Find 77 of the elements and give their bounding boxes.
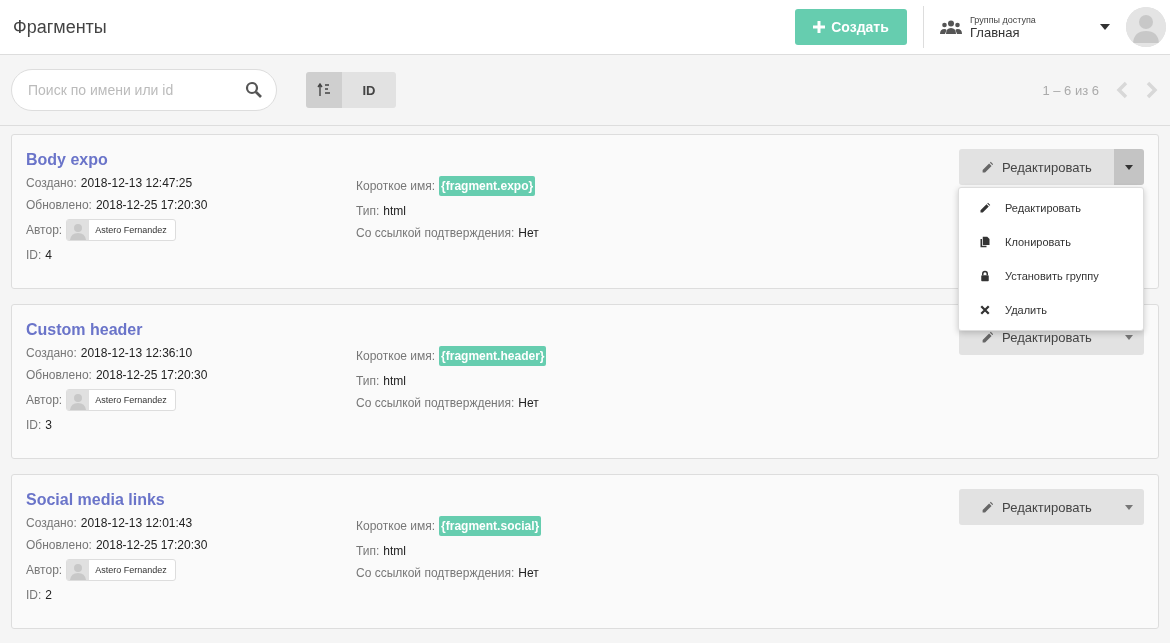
chevron-left-icon[interactable]: [1115, 81, 1129, 99]
short-name-tag: {fragment.expo}: [439, 176, 536, 196]
created-value: 2018-12-13 12:36:10: [80, 346, 193, 360]
caret-icon: [1125, 164, 1133, 170]
id-value: 3: [45, 418, 53, 432]
dropdown-toggle[interactable]: [1114, 149, 1144, 185]
id-value: 4: [45, 248, 53, 262]
id-label: ID:: [26, 248, 42, 262]
updated-value: 2018-12-25 17:20:30: [95, 368, 208, 382]
short-name-label: Короткое имя:: [356, 349, 436, 363]
type-value: html: [383, 204, 406, 218]
pagination-info: 1 – 6 из 6: [1042, 82, 1099, 98]
author-chip[interactable]: Astero Fernandez: [66, 389, 176, 411]
access-dropdown[interactable]: Главная: [970, 24, 1092, 40]
search-icon[interactable]: [245, 81, 263, 99]
author-label: Автор:: [26, 563, 63, 577]
id-label: ID:: [26, 418, 42, 432]
created-label: Создано:: [26, 176, 77, 190]
short-name-tag: {fragment.header}: [439, 346, 547, 366]
created-value: 2018-12-13 12:01:43: [80, 516, 193, 530]
avatar-icon[interactable]: [1126, 7, 1166, 47]
confirmation-value: Нет: [518, 566, 539, 580]
group-icon: [940, 20, 962, 34]
pencil-icon: [981, 500, 995, 514]
author-label: Автор:: [26, 223, 63, 237]
updated-value: 2018-12-25 17:20:30: [95, 198, 208, 212]
copy-icon: [979, 236, 991, 248]
type-value: html: [383, 544, 406, 558]
caret-icon: [1125, 504, 1133, 510]
dropdown-toggle[interactable]: [1114, 489, 1144, 525]
updated-label: Обновлено:: [26, 368, 92, 382]
created-value: 2018-12-13 12:47:25: [80, 176, 193, 190]
pencil-icon: [981, 160, 995, 174]
type-label: Тип:: [356, 544, 380, 558]
menu-item[interactable]: Установить группу: [959, 259, 1143, 293]
caret-icon: [1125, 334, 1133, 340]
search-field[interactable]: Поиск по имени или id: [11, 69, 277, 111]
confirmation-label: Со ссылкой подтверждения:: [356, 396, 515, 410]
updated-label: Обновлено:: [26, 538, 92, 552]
fragment-name[interactable]: Body expo: [26, 151, 108, 169]
page-title: Фрагменты: [13, 16, 108, 38]
edit-button[interactable]: Редактировать: [959, 149, 1114, 185]
short-name-label: Короткое имя:: [356, 519, 436, 533]
author-label: Автор:: [26, 393, 63, 407]
plus-icon: [813, 21, 826, 33]
fragment-name[interactable]: Social media links: [26, 491, 165, 509]
author-chip[interactable]: Astero Fernandez: [66, 559, 176, 581]
updated-label: Обновлено:: [26, 198, 92, 212]
access-label: Группы доступа: [970, 14, 1037, 25]
chevron-right-icon[interactable]: [1145, 81, 1159, 99]
type-label: Тип:: [356, 204, 380, 218]
pencil-icon: [979, 202, 991, 214]
pencil-icon: [981, 330, 995, 344]
sort-button[interactable]: [306, 72, 342, 108]
menu-item[interactable]: Клонировать: [959, 225, 1143, 259]
sort-icon: [317, 83, 331, 97]
created-label: Создано:: [26, 346, 77, 360]
confirmation-label: Со ссылкой подтверждения:: [356, 226, 515, 240]
type-label: Тип:: [356, 374, 380, 388]
author-chip[interactable]: Astero Fernandez: [66, 219, 176, 241]
edit-button[interactable]: Редактировать: [959, 489, 1114, 525]
lock-icon: [979, 270, 991, 282]
created-label: Создано:: [26, 516, 77, 530]
id-value: 2: [45, 588, 53, 602]
short-name-label: Короткое имя:: [356, 179, 436, 193]
confirmation-label: Со ссылкой подтверждения:: [356, 566, 515, 580]
type-value: html: [383, 374, 406, 388]
close-icon: [979, 304, 991, 316]
fragment-name[interactable]: Custom header: [26, 321, 143, 339]
id-label: ID:: [26, 588, 42, 602]
menu-item[interactable]: Редактировать: [959, 191, 1143, 225]
updated-value: 2018-12-25 17:20:30: [95, 538, 208, 552]
caret-icon[interactable]: [1100, 24, 1110, 30]
sort-id-button[interactable]: ID: [342, 72, 396, 108]
short-name-tag: {fragment.social}: [439, 516, 542, 536]
confirmation-value: Нет: [518, 226, 539, 240]
confirmation-value: Нет: [518, 396, 539, 410]
